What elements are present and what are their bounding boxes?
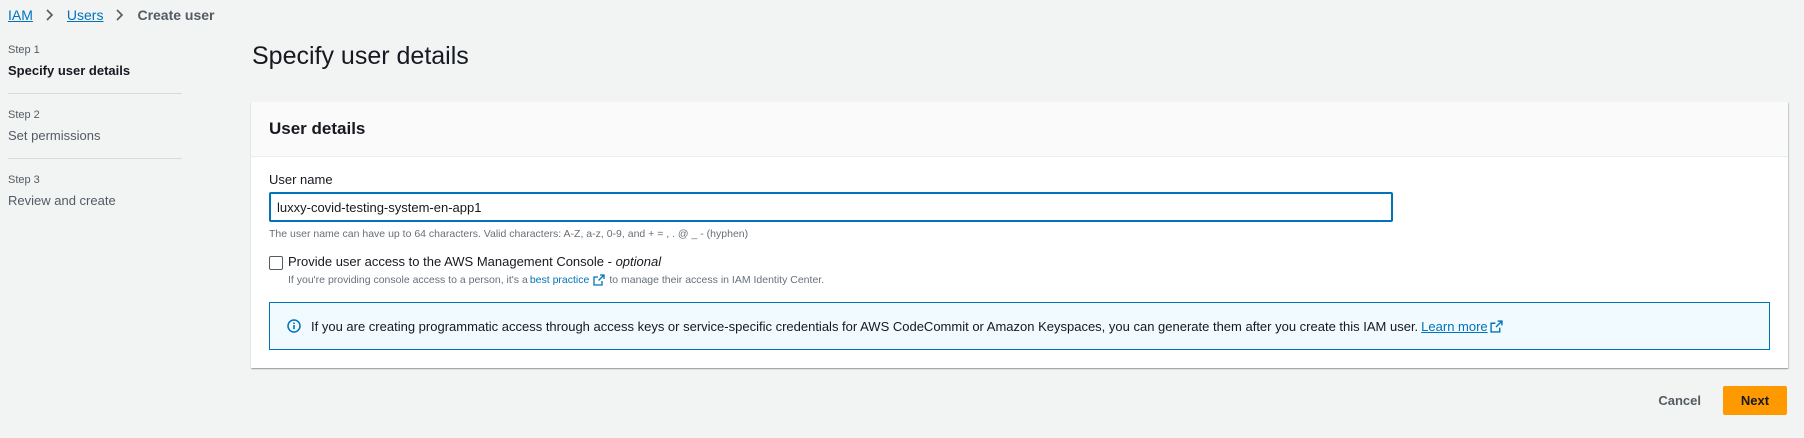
best-practice-link[interactable]: best practice <box>530 274 590 286</box>
step-number: Step 1 <box>8 44 40 56</box>
page-title: Specify user details <box>252 42 469 70</box>
step-title: Review and create <box>8 193 116 208</box>
external-link-icon[interactable] <box>1490 319 1503 333</box>
step-2[interactable]: Step 2 Set permissions <box>8 93 182 158</box>
desc-after: to manage their access in IAM Identity C… <box>609 274 825 286</box>
info-alert: If you are creating programmatic access … <box>269 302 1770 350</box>
breadcrumb: IAM Users Create user <box>8 7 215 23</box>
breadcrumb-current: Create user <box>137 7 215 23</box>
console-access-label-text: Provide user access to the AWS Managemen… <box>288 254 616 269</box>
desc-before: If you're providing console access to a … <box>288 274 528 286</box>
username-label: User name <box>269 172 333 187</box>
console-access-label[interactable]: Provide user access to the AWS Managemen… <box>288 254 661 269</box>
learn-more-link[interactable]: Learn more <box>1421 319 1487 334</box>
chevron-right-icon <box>116 9 124 21</box>
optional-text: optional <box>615 254 662 269</box>
wizard-steps: Step 1 Specify user details Step 2 Set p… <box>8 43 182 223</box>
alert-text: If you are creating programmatic access … <box>311 318 1419 334</box>
console-access-checkbox[interactable] <box>269 256 283 270</box>
step-number: Step 2 <box>8 109 40 121</box>
breadcrumb-iam[interactable]: IAM <box>8 7 33 23</box>
info-icon <box>287 319 301 333</box>
card-header: User details <box>251 102 1788 157</box>
step-number: Step 3 <box>8 174 40 186</box>
wizard-actions: Cancel Next <box>1636 386 1787 415</box>
external-link-icon[interactable] <box>593 274 605 286</box>
cancel-button[interactable]: Cancel <box>1636 387 1723 415</box>
card-title: User details <box>269 119 366 138</box>
step-3[interactable]: Step 3 Review and create <box>8 158 182 223</box>
breadcrumb-users[interactable]: Users <box>67 7 104 23</box>
username-hint: The user name can have up to 64 characte… <box>269 228 749 240</box>
step-1: Step 1 Specify user details <box>8 43 182 93</box>
user-details-card: User details User name The user name can… <box>251 102 1788 368</box>
console-access-description: If you're providing console access to a … <box>288 274 824 286</box>
step-title: Set permissions <box>8 128 101 143</box>
username-input[interactable] <box>269 192 1393 222</box>
step-title: Specify user details <box>8 63 131 78</box>
chevron-right-icon <box>46 9 54 21</box>
next-button[interactable]: Next <box>1723 386 1787 415</box>
